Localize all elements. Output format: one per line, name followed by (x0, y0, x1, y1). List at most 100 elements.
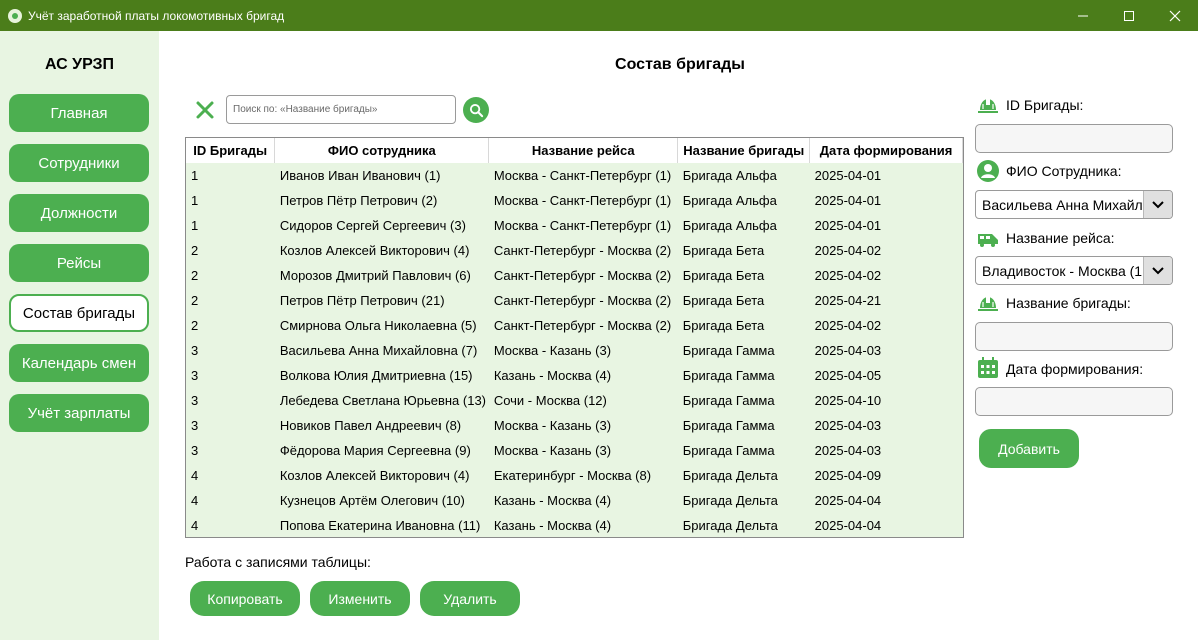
cell-brigade-name: Бригада Альфа (682, 218, 777, 233)
cell-date: 2025-04-21 (814, 293, 882, 308)
table-row[interactable]: 1 Петров Пётр Петрович (2) Москва - Санкт-… (186, 188, 963, 213)
cell-employee: Иванов Иван Иванович (1) (279, 168, 441, 183)
column-header-date[interactable]: Дата формирования (809, 138, 963, 163)
sidebar-item-employees[interactable]: Сотрудники (9, 144, 149, 182)
cell-brigade-name: Бригада Гамма (682, 443, 775, 458)
table-row[interactable]: 2 Смирнова Ольга Николаевна (5) Санкт-Пете… (186, 313, 963, 338)
cell-brigade-id: 2 (191, 293, 199, 308)
add-button[interactable]: Добавить (979, 429, 1079, 468)
chevron-down-icon[interactable] (1143, 191, 1172, 218)
cell-employee: Фёдорова Мария Сергеевна (9) (279, 443, 471, 458)
table-header-row: ID Бригады ФИО сотрудника Название рейса… (186, 138, 963, 163)
sidebar-item-home[interactable]: Главная (9, 94, 149, 132)
column-header-trip[interactable]: Название рейса (488, 138, 679, 163)
cell-date: 2025-04-01 (814, 168, 882, 183)
cell-trip: Москва - Казань (3) (493, 418, 612, 433)
table-row[interactable]: 3 Лебедева Светлана Юрьевна (13) Сочи - Мо… (186, 388, 963, 413)
brigade-id-label: ID Бригады: (1006, 97, 1084, 113)
cell-employee: Кузнецов Артём Олегович (10) (279, 493, 465, 508)
sidebar-item-trips[interactable]: Рейсы (9, 244, 149, 282)
brigade-table[interactable]: ID Бригады ФИО сотрудника Название рейса… (185, 137, 964, 538)
trip-select-value: Владивосток - Москва (14) (982, 263, 1142, 279)
cell-employee: Петров Пётр Петрович (21) (279, 293, 445, 308)
table-row[interactable]: 4 Попова Екатерина Ивановна (11) Казань - … (186, 513, 963, 537)
cell-brigade-name: Бригада Бета (682, 293, 765, 308)
sidebar-item-shift-calendar[interactable]: Календарь смен (9, 344, 149, 382)
cell-employee: Сидоров Сергей Сергеевич (3) (279, 218, 466, 233)
cell-date: 2025-04-04 (814, 493, 882, 508)
cell-brigade-id: 2 (191, 268, 199, 283)
employee-select[interactable]: Васильева Анна Михайловна (7) (975, 190, 1173, 219)
trip-select[interactable]: Владивосток - Москва (14) (975, 256, 1173, 285)
table-row[interactable]: 4 Кузнецов Артём Олегович (10) Казань - Мо… (186, 488, 963, 513)
table-row[interactable]: 3 Васильева Анна Михайловна (7) Москва - К… (186, 338, 963, 363)
cell-brigade-name: Бригада Бета (682, 318, 765, 333)
copy-button[interactable]: Копировать (190, 581, 300, 616)
maximize-button[interactable] (1106, 0, 1152, 31)
table-row[interactable]: 1 Сидоров Сергей Сергеевич (3) Москва - Са… (186, 213, 963, 238)
app-name: АС УРЗП (44, 56, 115, 73)
sidebar: АС УРЗП Главная Сотрудники Должности Рей… (0, 31, 159, 640)
brigade-id-field[interactable] (975, 124, 1173, 153)
cell-trip: Казань - Москва (4) (493, 518, 612, 533)
cell-trip: Санкт-Петербург - Москва (2) (493, 243, 672, 258)
cell-brigade-name: Бригада Гамма (682, 418, 775, 433)
cell-employee: Козлов Алексей Викторович (4) (279, 243, 470, 258)
table-row[interactable]: 1 Иванов Иван Иванович (1) Москва - Санкт-… (186, 163, 963, 188)
cell-employee: Попова Екатерина Ивановна (11) (279, 518, 481, 533)
cell-brigade-id: 3 (191, 443, 199, 458)
table-row[interactable]: 2 Козлов Алексей Викторович (4) Санкт-Пете… (186, 238, 963, 263)
cell-date: 2025-04-01 (814, 218, 882, 233)
cell-brigade-name: Бригада Гамма (682, 368, 775, 383)
brigade-name-field[interactable] (975, 322, 1173, 351)
edit-button[interactable]: Изменить (310, 581, 410, 616)
table-row[interactable]: 4 Козлов Алексей Викторович (4) Екатеринбу… (186, 463, 963, 488)
table-row[interactable]: 3 Фёдорова Мария Сергеевна (9) Москва - Ка… (186, 438, 963, 463)
cell-brigade-id: 1 (191, 193, 199, 208)
records-label: Работа с записями таблицы: (185, 554, 371, 570)
cell-brigade-id: 2 (191, 243, 199, 258)
minimize-button[interactable] (1060, 0, 1106, 31)
cell-brigade-id: 3 (191, 393, 199, 408)
search-button[interactable] (463, 97, 489, 123)
brigade-name-label: Название бригады: (1006, 295, 1131, 311)
cell-date: 2025-04-05 (814, 368, 882, 383)
cell-trip: Санкт-Петербург - Москва (2) (493, 293, 672, 308)
user-circle-icon (976, 159, 1000, 183)
clear-search-button[interactable] (195, 100, 215, 120)
column-header-employee[interactable]: ФИО сотрудника (274, 138, 490, 163)
cell-brigade-name: Бригада Дельта (682, 518, 778, 533)
cell-date: 2025-04-03 (814, 418, 882, 433)
cell-employee: Васильева Анна Михайловна (7) (279, 343, 478, 358)
column-header-brigade-name[interactable]: Название бригады (677, 138, 811, 163)
column-header-brigade-id[interactable]: ID Бригады (186, 138, 276, 163)
cell-brigade-name: Бригада Альфа (682, 193, 777, 208)
cell-brigade-id: 3 (191, 368, 199, 383)
cell-employee: Новиков Павел Андреевич (8) (279, 418, 462, 433)
chevron-down-icon[interactable] (1143, 257, 1172, 284)
sidebar-item-salary[interactable]: Учёт зарплаты (9, 394, 149, 432)
cell-date: 2025-04-03 (814, 443, 882, 458)
table-row[interactable]: 2 Морозов Дмитрий Павлович (6) Санкт-Петер… (186, 263, 963, 288)
date-field[interactable] (975, 387, 1173, 416)
table-row[interactable]: 3 Новиков Павел Андреевич (8) Москва - Каз… (186, 413, 963, 438)
trip-label: Название рейса: (1006, 230, 1115, 246)
calendar-icon (976, 356, 1000, 380)
cell-date: 2025-04-04 (814, 518, 882, 533)
cell-employee: Лебедева Светлана Юрьевна (13) (279, 393, 486, 408)
close-window-button[interactable] (1152, 0, 1198, 31)
cell-date: 2025-04-02 (814, 318, 882, 333)
title-bar: Учёт заработной платы локомотивных брига… (0, 0, 1198, 31)
cell-brigade-name: Бригада Дельта (682, 493, 778, 508)
table-row[interactable]: 3 Волкова Юлия Дмитриевна (15) Казань - Мо… (186, 363, 963, 388)
cell-employee: Смирнова Ольга Николаевна (5) (279, 318, 477, 333)
sidebar-item-brigade-composition[interactable]: Состав бригады (9, 294, 149, 332)
cell-brigade-name: Бригада Бета (682, 243, 765, 258)
table-row[interactable]: 2 Петров Пётр Петрович (21) Санкт-Петербур… (186, 288, 963, 313)
cell-employee: Петров Пётр Петрович (2) (279, 193, 438, 208)
delete-button[interactable]: Удалить (420, 581, 520, 616)
search-input[interactable] (226, 95, 456, 124)
cell-trip: Москва - Санкт-Петербург (1) (493, 168, 672, 183)
cell-employee: Морозов Дмитрий Павлович (6) (279, 268, 471, 283)
sidebar-item-positions[interactable]: Должности (9, 194, 149, 232)
